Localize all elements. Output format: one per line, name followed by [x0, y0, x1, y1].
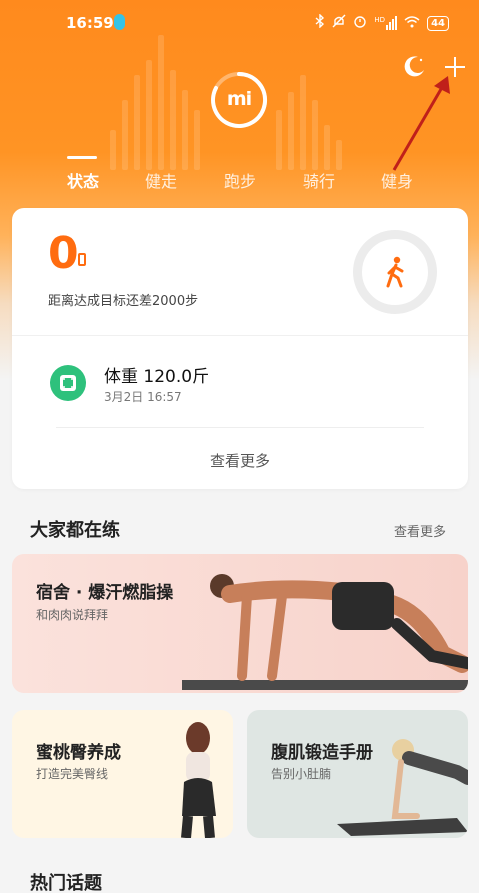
- section-view-more-link[interactable]: 查看更多: [394, 521, 446, 540]
- status-time: 16:59: [66, 14, 114, 32]
- mi-logo: mi: [210, 71, 268, 129]
- workout-card-abs[interactable]: 腹肌锻造手册 告别小肚腩: [247, 710, 468, 838]
- workout-card-glutes[interactable]: 蜜桃臀养成 打造完美臀线: [12, 710, 233, 838]
- workout-title: 蜜桃臀养成: [36, 743, 121, 763]
- card-divider-bottom: [56, 427, 424, 428]
- tab-status[interactable]: 状态: [67, 168, 99, 192]
- tab-fitness[interactable]: 健身: [381, 168, 413, 192]
- add-icon[interactable]: [443, 55, 467, 79]
- status-icons: HD 44: [315, 13, 449, 32]
- workout-title: 宿舍 · 爆汗燃脂操: [36, 583, 174, 603]
- wifi-icon: [404, 15, 420, 32]
- weight-label[interactable]: 体重 120.0斤: [104, 362, 209, 387]
- sport-tabs: 状态 健走 跑步 骑行 健身: [0, 160, 479, 200]
- alarm-icon: [353, 14, 367, 32]
- card-divider: [12, 335, 468, 336]
- night-mode-icon[interactable]: [403, 54, 427, 78]
- section-title-hot-topics: 热门话题: [30, 873, 102, 893]
- signal-icon: HD: [374, 16, 398, 30]
- logo-text: mi: [226, 88, 252, 110]
- battery-indicator: 44: [427, 15, 449, 31]
- view-more-button[interactable]: 查看更多: [12, 450, 468, 471]
- walking-icon: [382, 256, 408, 288]
- workout-card-dorm[interactable]: 宿舍 · 爆汗燃脂操 和肉肉说拜拜: [12, 554, 468, 693]
- notification-dot-icon: [114, 14, 125, 30]
- step-count: 0: [48, 228, 79, 279]
- workout-subtitle: 告别小肚腩: [271, 767, 332, 781]
- workout-subtitle: 和肉肉说拜拜: [36, 608, 109, 622]
- mute-icon: [332, 14, 346, 32]
- weight-scale-icon: [50, 365, 86, 401]
- athlete-illustration: [182, 574, 468, 690]
- summary-card: 0 距离达成目标还差2000步 体重 120.0斤 3月2日 16:57 查看更…: [12, 208, 468, 489]
- plank-illustration: [337, 739, 468, 836]
- bluetooth-icon: [315, 13, 325, 32]
- weight-timestamp: 3月2日 16:57: [104, 390, 182, 404]
- status-bar: 16:59 HD 44: [0, 0, 479, 44]
- goal-text: 距离达成目标还差2000步: [48, 294, 199, 309]
- tab-cycling[interactable]: 骑行: [303, 168, 335, 192]
- hd-label: HD: [374, 16, 386, 24]
- tab-running[interactable]: 跑步: [224, 168, 256, 192]
- tab-walking[interactable]: 健走: [145, 168, 177, 192]
- phone-icon: [78, 253, 86, 266]
- workout-subtitle: 打造完美臀线: [36, 767, 109, 781]
- tab-indicator: [67, 156, 97, 159]
- section-title-everyone: 大家都在练: [30, 520, 120, 541]
- woman-illustration: [181, 722, 216, 838]
